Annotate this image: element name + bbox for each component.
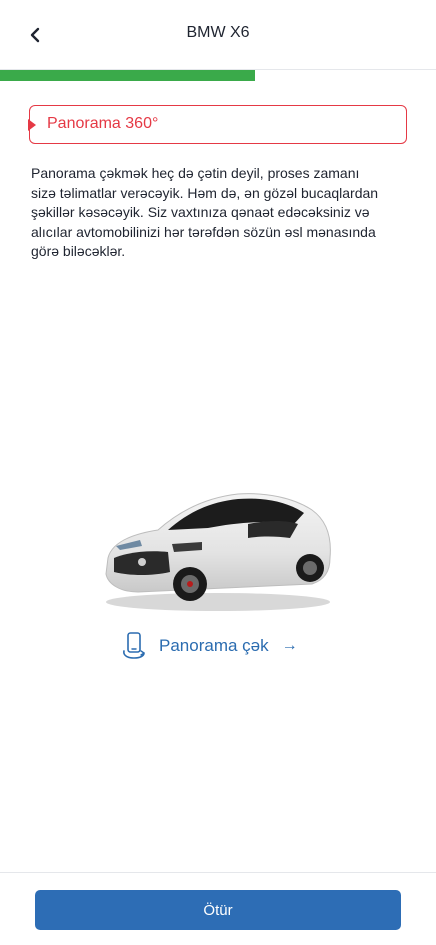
panorama-capture-label: Panorama çək: [159, 636, 269, 655]
progress-fill: [0, 70, 256, 81]
banner-label: Panorama 360°: [47, 115, 159, 132]
description-text: Panorama çəkmək heç də çətin deyil, pros…: [31, 165, 379, 259]
panorama-capture-link[interactable]: Panorama çək →: [121, 631, 298, 661]
footer-bar: Ötür: [0, 872, 436, 945]
progress-bar: [0, 70, 436, 81]
section-banner: Panorama 360°: [28, 105, 407, 144]
arrow-right-icon: →: [281, 637, 298, 654]
page-title: BMW X6: [186, 24, 250, 41]
phone-rotate-icon: [123, 632, 145, 659]
car-image: [105, 493, 331, 611]
submit-button[interactable]: Ötür: [35, 890, 401, 930]
banner-marker: [28, 119, 36, 131]
app-header: BMW X6: [0, 0, 436, 70]
